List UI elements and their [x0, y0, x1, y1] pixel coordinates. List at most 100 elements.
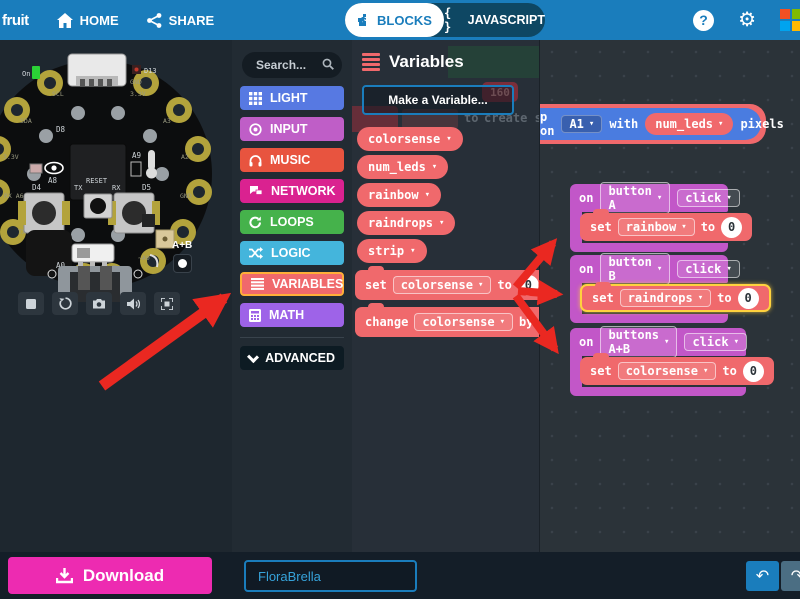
gear-icon: ⚙ [738, 9, 756, 31]
create-strip-block[interactable]: p on A1▾ with num_leds▾ pixels [540, 108, 761, 140]
block-keyword: by [519, 315, 533, 329]
button-dropdown[interactable]: button B▾ [600, 253, 670, 285]
set-rainbow-block[interactable]: set rainbow▾ to 0 [580, 213, 752, 241]
sim-ab-button[interactable] [173, 254, 192, 273]
event-block-button-a[interactable]: on button A▾ click▾ set rainbow▾ to 0 [570, 184, 728, 252]
value-input[interactable]: 0 [518, 275, 539, 296]
board-simulator[interactable]: 3.3V A3 A2 GND A1 ~A0 VOUT SCL SDA 3.3V … [0, 52, 232, 302]
svg-text:D4: D4 [32, 183, 42, 192]
svg-text:TX: TX [74, 184, 83, 192]
download-icon [56, 568, 73, 584]
block-workspace[interactable]: p on A1▾ with num_leds▾ pixels on button… [540, 40, 800, 552]
settings-button[interactable]: ⚙ [738, 10, 756, 30]
bottom-bar: Download ↶ ↷ [0, 552, 800, 599]
block-keyword: on [579, 262, 593, 276]
sim-fullscreen-button[interactable] [154, 292, 180, 315]
block-keyword: change [365, 315, 408, 329]
value-input[interactable]: 0 [721, 217, 742, 238]
block-keyword: set [592, 291, 614, 305]
event-dropdown[interactable]: click▾ [677, 260, 740, 278]
variable-dropdown[interactable]: rainbow▾ [618, 218, 695, 236]
loop-icon [249, 216, 262, 229]
event-block-buttons-ab[interactable]: on buttons A+B▾ click▾ set colorsense▾ t… [570, 328, 746, 396]
value-input[interactable]: 0 [743, 361, 764, 382]
svg-text:A2: A2 [181, 153, 189, 161]
dropdown-caret-icon[interactable]: ▾ [425, 190, 430, 200]
dropdown-caret-icon[interactable]: ▾ [432, 162, 437, 172]
category-math[interactable]: MATH [240, 303, 344, 327]
block-keyword: to [722, 364, 736, 378]
sim-mute-button[interactable] [120, 292, 146, 315]
download-button[interactable]: Download [8, 557, 212, 594]
dropdown-caret-icon[interactable]: ▾ [439, 218, 444, 228]
category-loops[interactable]: LOOPS [240, 210, 344, 234]
block-keyword: with [609, 117, 638, 131]
set-variable-block[interactable]: set colorsense▾ to 0 [355, 270, 540, 300]
sim-screenshot-button[interactable] [86, 292, 112, 315]
adafruit-logo[interactable]: fruit [2, 12, 29, 29]
event-block-button-b[interactable]: on button B▾ click▾ set raindrops▾ to 0 [570, 255, 728, 323]
topbar-right: ? ⚙ [693, 0, 800, 40]
share-icon [147, 13, 162, 28]
svg-text:GND: GND [180, 192, 192, 200]
variable-pill-strip[interactable]: strip ▾ [357, 239, 427, 263]
variable-pill-rainbow[interactable]: rainbow▾ [357, 183, 441, 207]
dropdown-caret-icon: ▾ [698, 293, 703, 303]
home-button[interactable]: HOME [57, 13, 119, 28]
make-variable-button[interactable]: Make a Variable... [362, 85, 514, 115]
category-logic[interactable]: LOGIC [240, 241, 344, 265]
variable-name: strip [368, 244, 404, 258]
variable-pill-num-leds[interactable]: num_leds ▾ [357, 155, 448, 179]
dropdown-caret-icon[interactable]: ▾ [410, 246, 415, 256]
project-name-input[interactable] [246, 562, 417, 590]
variable-dropdown[interactable]: colorsense▾ [414, 313, 513, 331]
undo-button[interactable]: ↶ [746, 561, 779, 591]
event-dropdown[interactable]: click▾ [684, 333, 747, 351]
redo-button[interactable]: ↷ [781, 561, 800, 591]
tab-blocks[interactable]: BLOCKS [345, 3, 444, 37]
variable-name: colorsense [368, 132, 440, 146]
variable-pill-colorsense[interactable]: colorsense ▾ [357, 127, 463, 151]
event-dropdown[interactable]: click▾ [677, 189, 740, 207]
variable-pill-raindrops[interactable]: raindrops▾ [357, 211, 455, 235]
svg-text:RESET: RESET [86, 177, 108, 185]
tab-javascript[interactable]: { } JAVASCRIPT [444, 6, 545, 34]
button-dropdown[interactable]: buttons A+B▾ [600, 326, 677, 358]
set-colorsense-block[interactable]: set colorsense▾ to 0 [580, 357, 774, 385]
svg-text:3.3V: 3.3V [130, 90, 146, 98]
button-dropdown[interactable]: button A▾ [600, 182, 670, 214]
redo-icon: ↷ [791, 566, 800, 586]
variable-dropdown[interactable]: colorsense▾ [618, 362, 717, 380]
category-network[interactable]: NETWORK [240, 179, 344, 203]
braces-icon: { } [444, 6, 462, 34]
num-leds-variable[interactable]: num_leds▾ [645, 113, 733, 135]
svg-text:RX A6: RX A6 [4, 192, 24, 200]
category-light[interactable]: LIGHT [240, 86, 344, 110]
variable-name: num_leds [368, 160, 426, 174]
sim-restart-button[interactable] [52, 292, 78, 315]
svg-text:SCL: SCL [52, 90, 64, 98]
block-keyword: to [701, 220, 715, 234]
category-variables[interactable]: VARIABLES [240, 272, 344, 296]
editor-toggle: BLOCKS { } JAVASCRIPT [345, 3, 545, 37]
help-button[interactable]: ? [693, 10, 714, 31]
target-icon [249, 123, 262, 136]
pin-dropdown[interactable]: A1▾ [561, 115, 602, 133]
sim-stop-button[interactable] [18, 292, 44, 315]
variable-dropdown[interactable]: raindrops▾ [620, 289, 711, 307]
share-button[interactable]: SHARE [147, 13, 215, 28]
flyout-header: Variables [362, 52, 464, 72]
undo-icon: ↶ [756, 566, 769, 586]
value-input[interactable]: 0 [738, 288, 759, 309]
category-input[interactable]: INPUT [240, 117, 344, 141]
set-raindrops-block-highlighted[interactable]: set raindrops▾ to 0 [580, 284, 771, 312]
svg-text:RX: RX [112, 184, 121, 192]
category-advanced[interactable]: ADVANCED [240, 346, 344, 370]
change-variable-block[interactable]: change colorsense▾ by 1 [355, 307, 540, 337]
variable-dropdown[interactable]: colorsense▾ [393, 276, 492, 294]
dropdown-caret-icon[interactable]: ▾ [446, 134, 451, 144]
category-label: MUSIC [270, 153, 310, 167]
simulator-toolbar [18, 292, 180, 315]
category-music[interactable]: MUSIC [240, 148, 344, 172]
dropdown-caret-icon: ▾ [664, 337, 669, 347]
